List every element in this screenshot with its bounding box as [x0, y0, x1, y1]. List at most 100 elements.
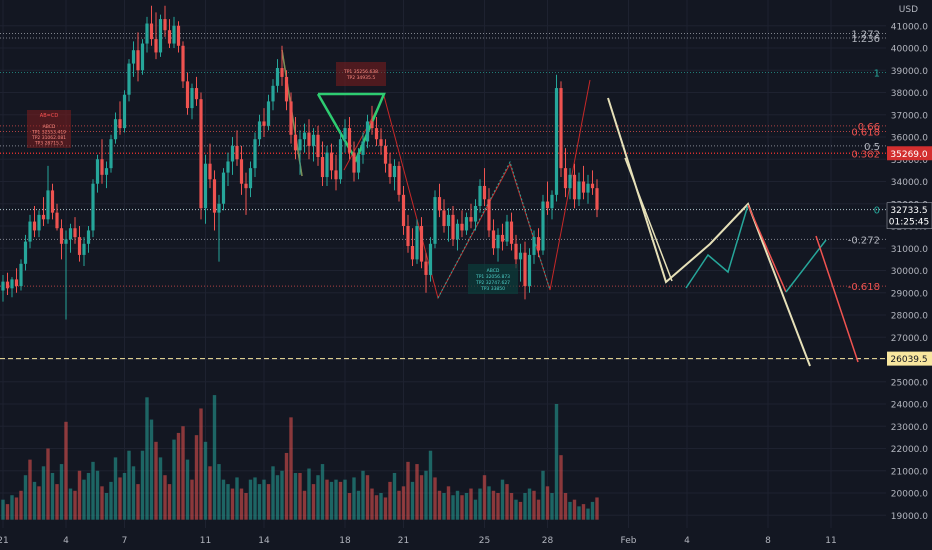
volume-bar [424, 470, 428, 520]
volume-bar [46, 448, 50, 520]
candle-body [253, 139, 257, 169]
y-tick-label: 25000.0 [891, 378, 928, 388]
fib-label: 0.618 [851, 127, 880, 138]
candle-body [212, 179, 217, 213]
candle-body [194, 88, 199, 100]
volume-bar [460, 495, 464, 520]
volume-bar [226, 484, 230, 520]
volume-bar [518, 501, 523, 520]
volume-bar [455, 490, 460, 520]
candle-body [518, 252, 523, 260]
y-tick-label: 28000.0 [891, 312, 928, 322]
volume-bar [230, 488, 235, 520]
volume-bar [10, 495, 14, 520]
volume-bar [464, 493, 469, 520]
candle-body [118, 119, 122, 129]
pattern-drawings [281, 49, 859, 367]
candle-body [289, 101, 293, 135]
volume-bar [347, 493, 352, 520]
candle-body [23, 241, 28, 264]
candle-body [320, 157, 325, 178]
candle-body [82, 243, 86, 255]
volume-bar [356, 490, 361, 520]
price-chart[interactable]: 1.2721.23610.660.6180.50.3820-0.272-0.61… [0, 0, 932, 550]
candle-body [482, 185, 487, 200]
candle-body [100, 159, 104, 175]
abcd-left-title: AB=CD [40, 113, 59, 119]
projection-path-light [607, 97, 811, 367]
candle-body [257, 121, 262, 140]
y-tick-label: 29000.0 [891, 289, 928, 299]
volume-bar [572, 499, 577, 520]
candle-body [559, 88, 563, 169]
candle-body [370, 121, 374, 129]
volume-bar [568, 501, 572, 520]
candle-body [95, 159, 100, 184]
volume-bar [595, 497, 599, 520]
volume-bar [514, 499, 518, 520]
candle-body [1, 281, 5, 291]
volume-bar [478, 488, 482, 520]
volume-bar [136, 484, 140, 520]
candle-body [275, 68, 280, 86]
volume-bar [100, 486, 104, 520]
fib-label: 0 [874, 205, 880, 216]
volume-bar [19, 490, 23, 520]
y-tick-label: 20000.0 [891, 490, 928, 500]
candle-body [554, 88, 559, 195]
volume-bar [163, 475, 167, 520]
volume-bar [284, 452, 289, 520]
volume-bar [536, 499, 541, 520]
fib-levels: 1.2721.23610.660.6180.50.3820-0.272-0.61… [0, 30, 886, 360]
y-tick-label: 27000.0 [891, 334, 928, 344]
volume-bar [190, 479, 194, 520]
volume-bar [505, 484, 509, 520]
candle-body [10, 279, 14, 289]
volume-bar [253, 477, 257, 520]
chart-grid [0, 0, 886, 528]
volume-bar [50, 472, 55, 520]
volume-bar [428, 450, 433, 520]
y-tick-label: 23000.0 [891, 423, 928, 433]
candle-body [392, 165, 397, 178]
x-tick-label: 25 [479, 536, 490, 546]
volume-bar [473, 499, 478, 520]
candle-body [28, 221, 32, 242]
volume-bar [86, 472, 91, 520]
abcd-bottom-line: ABCD [487, 268, 500, 274]
volume-bar [334, 479, 338, 520]
candle-body [266, 101, 271, 126]
volume-bar [338, 481, 343, 520]
candle-body [293, 134, 298, 151]
candle-body [379, 139, 383, 146]
volume-bar [419, 475, 424, 520]
volume-bar [523, 493, 527, 520]
candle-body [437, 197, 442, 211]
volume-bar [28, 459, 32, 520]
projection-green-1 [685, 204, 749, 289]
candle-body [64, 239, 68, 244]
candle-body [235, 145, 239, 160]
volume-bar [212, 395, 217, 520]
candle-body [424, 261, 428, 275]
volume-bar [275, 475, 280, 520]
volume-bar [145, 397, 149, 520]
candle-body [77, 237, 82, 255]
volume-bar [487, 486, 491, 520]
volume-bar [590, 501, 595, 520]
x-tick-label: 21 [0, 536, 9, 546]
candle-body [361, 141, 365, 155]
candle-body [32, 221, 37, 231]
candle-body [217, 203, 221, 213]
volume-bar [370, 488, 374, 520]
volume-bar [109, 481, 113, 520]
candle-body [19, 263, 23, 287]
volume-bar [320, 464, 325, 520]
candle-body [307, 132, 311, 146]
volume-bar [361, 470, 365, 520]
volume-bar [167, 484, 172, 520]
volume-bar [577, 506, 581, 520]
abcd-top-line: TP1 35256.638 [343, 69, 378, 75]
candle-body [302, 132, 307, 140]
candle-body [262, 121, 266, 126]
